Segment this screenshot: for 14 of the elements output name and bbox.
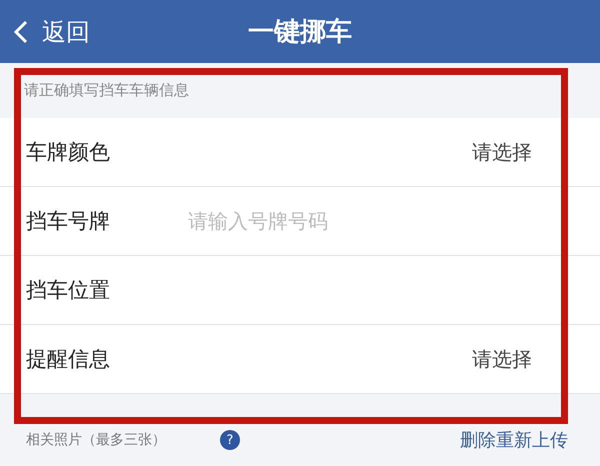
field-label: 挡车位置	[26, 277, 111, 304]
field-label: 车牌颜色	[26, 139, 111, 166]
help-icon[interactable]: ?	[220, 430, 240, 450]
select-value[interactable]: 请选择	[472, 346, 532, 372]
field-label: 挡车号牌	[26, 208, 111, 235]
page-title: 一键挪车	[248, 17, 352, 47]
back-icon	[14, 20, 28, 44]
back-button[interactable]: 返回	[0, 16, 90, 48]
plate-input[interactable]: 请输入号牌号码	[186, 208, 532, 234]
photos-label: 相关照片（最多三张）	[26, 431, 166, 449]
field-label: 提醒信息	[26, 346, 111, 373]
reupload-link[interactable]: 删除重新上传	[460, 428, 568, 452]
select-value[interactable]: 请选择	[472, 138, 532, 166]
form-hint: 请正确填写挡车车辆信息	[24, 81, 189, 100]
